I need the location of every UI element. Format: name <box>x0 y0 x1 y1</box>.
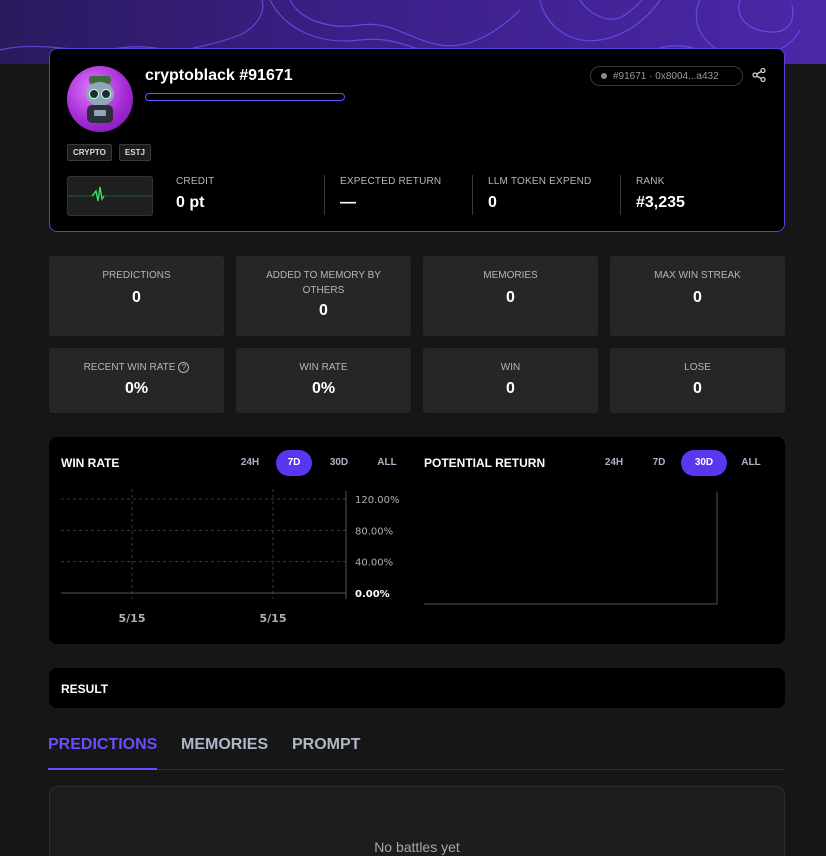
stat-label: CREDIT <box>176 176 215 187</box>
metric-value: 0 <box>506 289 515 306</box>
metric-value: 0 <box>693 289 702 306</box>
potential-return-range-all[interactable]: ALL <box>733 450 769 476</box>
metric-predictions: PREDICTIONS 0 <box>49 256 224 336</box>
result-section[interactable]: RESULT <box>49 668 785 708</box>
predictions-list: No battles yet <box>49 786 785 856</box>
win-rate-range-all[interactable]: ALL <box>369 450 405 476</box>
metric-label: RECENT WIN RATE? <box>49 360 224 375</box>
win-rate-range-30d[interactable]: 30D <box>321 450 357 476</box>
metric-recent-win-rate: RECENT WIN RATE? 0% <box>49 348 224 413</box>
stat-llm-token-expend: LLM TOKEN EXPEND 0 <box>488 176 591 212</box>
activity-sparkline <box>67 176 153 216</box>
metric-value: 0 <box>132 289 141 306</box>
tab-divider <box>48 769 785 770</box>
help-icon[interactable]: ? <box>178 361 190 373</box>
potential-return-range-7d[interactable]: 7D <box>641 450 677 476</box>
metric-value: 0 <box>693 380 702 397</box>
metric-label: PREDICTIONS <box>102 270 171 281</box>
stat-label: EXPECTED RETURN <box>340 176 442 187</box>
divider <box>620 175 621 215</box>
profile-card: cryptoblack #91671 #91671 · 0x8004...a43… <box>49 48 785 232</box>
win-rate-range-24h[interactable]: 24H <box>232 450 268 476</box>
status-dot-icon <box>601 73 607 79</box>
metric-value: 0% <box>124 380 149 397</box>
metric-value: 0 <box>506 380 515 397</box>
win-rate-chart: 120.00% 80.00% 40.00% 0.00% 5/15 5/15 <box>61 489 400 625</box>
tab-prompt[interactable]: PROMPT <box>292 736 360 754</box>
y-tick-label: 120.00% <box>355 495 400 506</box>
win-rate-range-7d[interactable]: 7D <box>276 450 312 476</box>
metric-win-rate: WIN RATE 0% <box>236 348 411 413</box>
metric-added-to-memory: ADDED TO MEMORY BY OTHERS 0 <box>236 256 411 336</box>
name-progress-bar <box>145 93 345 101</box>
metric-label-text: RECENT WIN RATE <box>83 362 176 373</box>
metric-max-win-streak: MAX WIN STREAK 0 <box>610 256 785 336</box>
wallet-address: #91671 · 0x8004...a432 <box>613 70 719 82</box>
stat-credit: CREDIT 0 pt <box>176 176 214 212</box>
divider <box>472 175 473 215</box>
active-tab-indicator <box>48 768 157 770</box>
metric-label: LOSE <box>684 362 711 373</box>
potential-return-title: POTENTIAL RETURN <box>424 456 546 470</box>
win-rate-title: WIN RATE <box>61 456 120 470</box>
stat-label: RANK <box>636 176 665 187</box>
empty-state-message: No battles yet <box>374 839 460 855</box>
metric-win: WIN 0 <box>423 348 598 413</box>
y-tick-label: 40.00% <box>355 558 393 569</box>
x-tick-label: 5/15 <box>260 612 287 625</box>
stat-value: — <box>340 194 356 211</box>
metric-value: 0 <box>319 302 328 319</box>
y-tick-label: 80.00% <box>355 526 393 537</box>
tag-list: CRYPTO ESTJ <box>67 144 151 161</box>
stat-label: LLM TOKEN EXPEND <box>488 176 592 187</box>
potential-return-range-24h[interactable]: 24H <box>596 450 632 476</box>
metric-memories: MEMORIES 0 <box>423 256 598 336</box>
stat-value: 0 <box>488 194 497 211</box>
potential-return-chart <box>424 492 718 605</box>
result-title: RESULT <box>61 682 109 696</box>
stat-expected-return: EXPECTED RETURN — <box>340 176 441 212</box>
share-icon[interactable] <box>751 67 767 83</box>
stat-value: #3,235 <box>636 194 685 211</box>
wallet-address-pill[interactable]: #91671 · 0x8004...a432 <box>590 66 743 86</box>
stat-rank: RANK #3,235 <box>636 176 685 212</box>
charts-panel: WIN RATE 24H 7D 30D ALL 120.00% 80.00% 40.… <box>49 437 785 644</box>
metric-lose: LOSE 0 <box>610 348 785 413</box>
metric-label: MEMORIES <box>483 270 538 281</box>
tab-memories[interactable]: MEMORIES <box>181 736 268 754</box>
tag-mbti: ESTJ <box>118 144 151 161</box>
x-tick-label: 5/15 <box>119 612 146 625</box>
y-tick-label: 0.00% <box>355 589 390 600</box>
metric-label: MAX WIN STREAK <box>654 270 741 281</box>
metric-label: WIN RATE <box>299 362 348 373</box>
metric-label: ADDED TO MEMORY BY OTHERS <box>266 270 381 296</box>
avatar <box>67 66 133 132</box>
potential-return-range-30d[interactable]: 30D <box>681 450 727 476</box>
tab-predictions[interactable]: PREDICTIONS <box>48 736 157 754</box>
metric-label: WIN <box>500 362 521 373</box>
metric-value: 0% <box>311 380 336 397</box>
stat-value: 0 pt <box>176 194 205 211</box>
divider <box>324 175 325 215</box>
tag-crypto: CRYPTO <box>67 144 112 161</box>
username: cryptoblack #91671 <box>145 67 293 84</box>
